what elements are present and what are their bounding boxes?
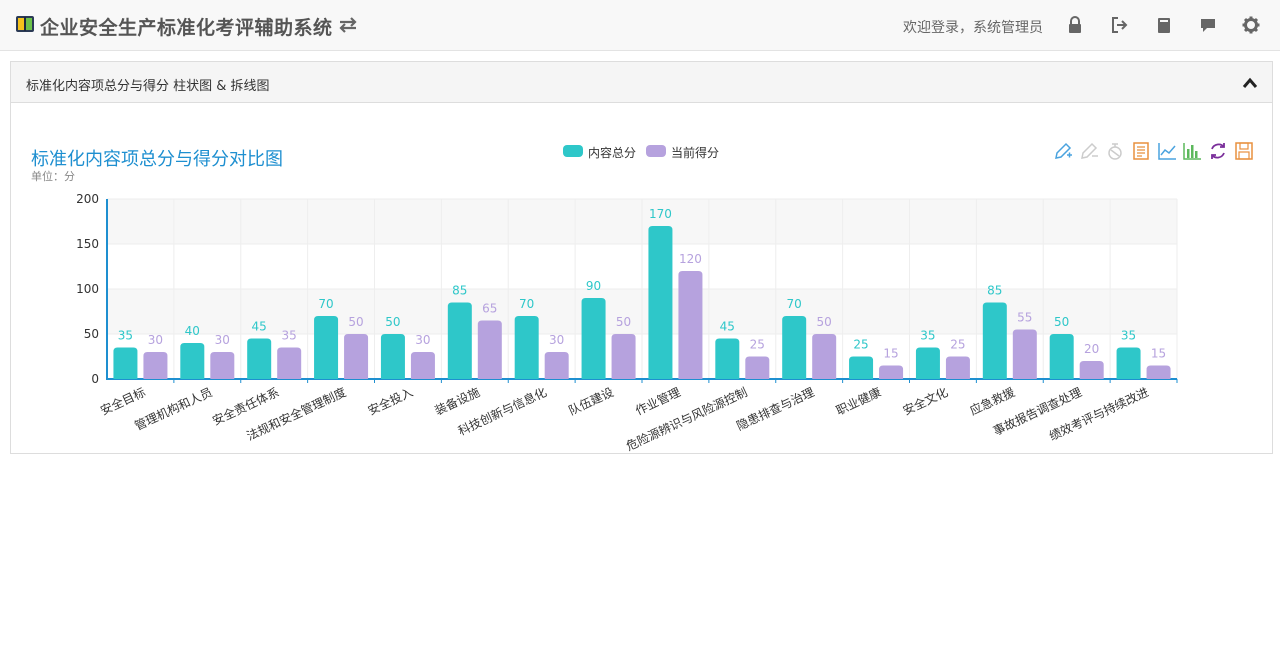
bar-total <box>782 316 807 379</box>
message-icon[interactable] <box>1199 16 1217 34</box>
chart-panel: 标准化内容项总分与得分 柱状图 & 拆线图 标准化内容项总分与得分对比图 单位：… <box>10 61 1273 454</box>
data-label: 35 <box>1121 329 1136 343</box>
bar-score <box>812 334 837 379</box>
data-label: 30 <box>215 333 230 347</box>
bar-score <box>410 352 435 379</box>
bar-total <box>1049 334 1074 379</box>
data-label: 70 <box>318 297 333 311</box>
top-navbar: 企业安全生产标准化考评辅助系统 欢迎登录，系统管理员 <box>0 0 1280 51</box>
data-label: 30 <box>415 333 430 347</box>
data-label: 45 <box>720 320 735 334</box>
bar-score <box>544 352 569 379</box>
data-label: 50 <box>817 315 832 329</box>
data-label: 70 <box>787 297 802 311</box>
data-label: 170 <box>649 207 672 221</box>
bar-total <box>247 338 272 379</box>
bar-score <box>945 356 970 379</box>
app-title: 企业安全生产标准化考评辅助系统 <box>40 17 333 39</box>
bar-total <box>180 343 205 379</box>
x-tick-label: 危险源辨识与风险源控制 <box>624 384 750 453</box>
bar-score <box>210 352 235 379</box>
x-tick-label: 安全文化 <box>900 384 950 418</box>
data-label: 25 <box>950 338 965 352</box>
bar-score <box>1012 329 1037 379</box>
data-label: 25 <box>750 338 765 352</box>
data-label: 55 <box>1017 311 1032 325</box>
bar-total <box>447 302 472 379</box>
bar-score <box>1146 365 1171 379</box>
data-label: 90 <box>586 279 601 293</box>
bar-total <box>849 356 874 379</box>
bar-score <box>611 334 636 379</box>
x-tick-label: 安全投入 <box>365 384 415 418</box>
swap-arrows-icon[interactable] <box>337 15 359 35</box>
bar-score <box>678 271 703 379</box>
bar-total <box>648 226 673 379</box>
data-label: 30 <box>549 333 564 347</box>
bar-score <box>477 320 502 379</box>
bar-score <box>344 334 369 379</box>
data-label: 85 <box>452 284 467 298</box>
welcome-text: 欢迎登录，系统管理员 <box>903 20 1043 36</box>
y-tick-label: 0 <box>91 372 99 386</box>
data-label: 65 <box>482 302 497 316</box>
x-tick-label: 职业健康 <box>833 384 883 418</box>
y-tick-label: 50 <box>84 327 99 341</box>
bar-total <box>314 316 339 379</box>
bar-score <box>143 352 168 379</box>
bar-total <box>982 302 1007 379</box>
book-logo-icon <box>16 16 34 32</box>
bar-total <box>113 347 138 379</box>
bar-total <box>380 334 405 379</box>
bar-total <box>1116 347 1141 379</box>
bar-score <box>277 347 302 379</box>
data-label: 50 <box>348 315 363 329</box>
settings-icon[interactable] <box>1242 16 1260 34</box>
bar-chart: 0 50 100 150 200 35 40 45 70 50 85 70 90 170 45 70 25 35 8… <box>76 192 1178 453</box>
y-tick-label: 200 <box>76 192 99 206</box>
data-label: 40 <box>185 324 200 338</box>
bar-score <box>745 356 770 379</box>
y-tick-label: 100 <box>76 282 99 296</box>
data-label: 30 <box>148 333 163 347</box>
data-label: 50 <box>616 315 631 329</box>
data-label: 35 <box>282 329 297 343</box>
y-tick-label: 150 <box>76 237 99 251</box>
data-label: 50 <box>385 315 400 329</box>
x-tick-label: 安全目标 <box>98 384 148 418</box>
lock-icon[interactable] <box>1066 16 1084 34</box>
bar-total <box>915 347 940 379</box>
bar-score <box>1079 361 1104 379</box>
data-label: 15 <box>883 347 898 361</box>
data-label: 15 <box>1151 347 1166 361</box>
x-tick-label: 装备设施 <box>433 385 482 418</box>
data-label: 25 <box>853 338 868 352</box>
bar-total <box>514 316 539 379</box>
data-label: 35 <box>118 329 133 343</box>
bar-total <box>581 298 606 379</box>
data-label: 45 <box>252 320 267 334</box>
x-tick-label: 应急救援 <box>967 384 1017 418</box>
data-label: 85 <box>987 284 1002 298</box>
data-label: 50 <box>1054 315 1069 329</box>
data-label: 20 <box>1084 342 1099 356</box>
manual-icon[interactable] <box>1155 16 1173 34</box>
bar-score <box>879 365 904 379</box>
data-label: 35 <box>920 329 935 343</box>
x-tick-label: 队伍建设 <box>566 384 616 418</box>
bar-total <box>715 338 740 379</box>
logout-icon[interactable] <box>1110 16 1128 34</box>
data-label: 70 <box>519 297 534 311</box>
x-tick-label: 作业管理 <box>633 384 683 418</box>
data-label: 120 <box>679 252 702 266</box>
